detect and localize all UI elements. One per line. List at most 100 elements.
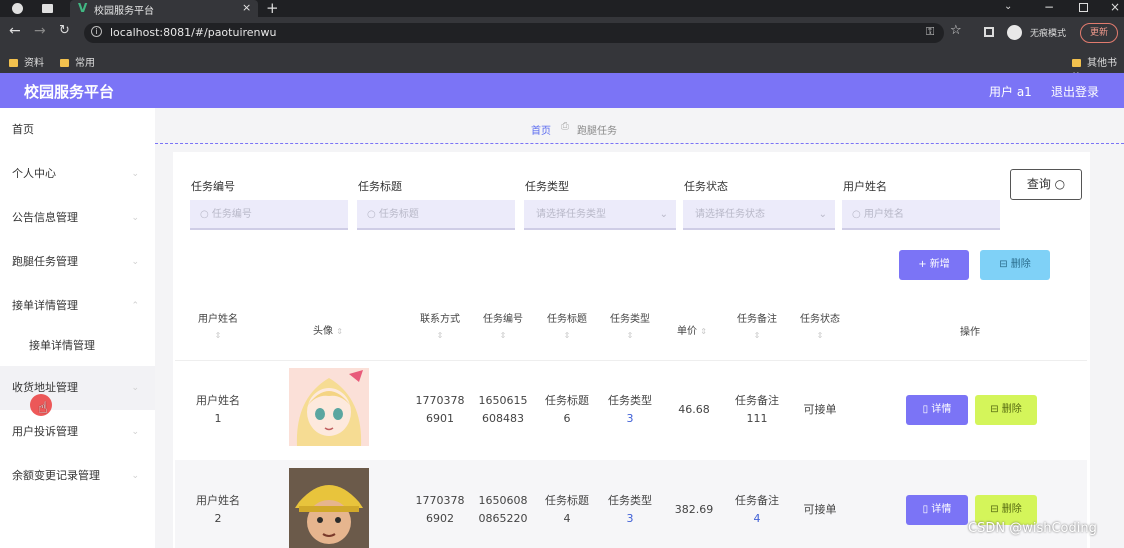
chevron-down-icon: ⌄ xyxy=(131,427,139,437)
task-type-select[interactable]: 请选择任务类型 ⌄ xyxy=(524,200,676,230)
minimize-icon[interactable]: − xyxy=(1044,0,1054,14)
filter-label-username: 用户姓名 xyxy=(843,180,887,193)
query-button[interactable]: 查询 ○ xyxy=(1010,169,1082,200)
watermark: CSDN @wishCoding xyxy=(968,521,1097,536)
chevron-down-icon: ⌄ xyxy=(131,213,139,223)
trash-icon: ⊟ xyxy=(990,404,1002,415)
sort-icon: ⇕ xyxy=(563,331,571,340)
sort-icon: ⇕ xyxy=(816,331,824,340)
trash-icon: ⊟ xyxy=(990,504,1002,515)
filter-label-task-title: 任务标题 xyxy=(358,180,402,193)
folder-icon xyxy=(1072,59,1081,67)
url-field[interactable]: i localhost:8081/#/paotuirenwu ⚿ xyxy=(84,23,944,43)
th-username[interactable]: 用户姓名 ⇕ xyxy=(186,310,250,340)
incognito-icon xyxy=(1007,25,1022,40)
task-status-select[interactable]: 请选择任务状态 ⌄ xyxy=(683,200,835,230)
cell-type: 任务类型 3 xyxy=(608,494,652,525)
browser-tab-bar: V 校园服务平台 × + ⌄ − × xyxy=(0,0,1124,17)
sidebar-item-home[interactable]: 首页 xyxy=(0,108,155,152)
vue-logo-icon: V xyxy=(78,1,88,15)
sidebar-subitem-order-details[interactable]: 接单详情管理 xyxy=(0,324,155,368)
reload-icon[interactable]: ↻ xyxy=(59,23,70,38)
detail-button[interactable]: ▯ 详情 xyxy=(906,495,968,525)
key-icon[interactable]: ⚿ xyxy=(926,25,934,39)
plus-icon: + xyxy=(918,259,930,270)
update-button[interactable]: 更新 xyxy=(1080,23,1118,43)
task-no-input[interactable]: ○ 任务编号 xyxy=(190,200,348,230)
tab-search-icon[interactable] xyxy=(42,4,53,13)
bookmark-folder-changyong[interactable]: 常用 xyxy=(60,54,95,69)
sidebar-item-personal-center[interactable]: 个人中心 ⌄ xyxy=(0,152,155,196)
browser-tab[interactable]: V 校园服务平台 × xyxy=(70,0,258,17)
logout-link[interactable]: 退出登录 xyxy=(1051,83,1099,100)
th-task-no[interactable]: 任务编号 ⇕ xyxy=(471,310,535,340)
sidebar-item-complaints[interactable]: 用户投诉管理 ⌄ xyxy=(0,410,155,454)
chevron-down-icon: ⌄ xyxy=(131,257,139,267)
breadcrumb-home[interactable]: 首页 xyxy=(531,122,551,137)
chevron-down-icon: ⌄ xyxy=(131,383,139,393)
info-icon[interactable]: i xyxy=(91,26,102,37)
detail-button[interactable]: ▯ 详情 xyxy=(906,395,968,425)
sidebar-item-order-details[interactable]: 接单详情管理 ⌃ xyxy=(0,284,155,328)
cell-remark: 任务备注 111 xyxy=(735,394,779,425)
cell-phone: 1770378 6901 xyxy=(415,394,465,425)
sort-icon: ⇕ xyxy=(753,331,761,340)
restore-icon[interactable] xyxy=(1079,3,1088,12)
th-remark[interactable]: 任务备注 ⇕ xyxy=(725,310,789,340)
th-phone[interactable]: 联系方式 ⇕ xyxy=(408,310,472,340)
th-actions: 操作 xyxy=(960,327,980,338)
sort-icon: ⇕ xyxy=(700,327,707,336)
delete-button[interactable]: ⊟ 删除 xyxy=(975,395,1037,425)
bookmarks-bar: 资料 常用 其他书签 xyxy=(0,49,1124,84)
browser-icon[interactable] xyxy=(12,3,23,14)
cell-status: 可接单 xyxy=(803,503,837,516)
breadcrumb: 首页 ⎙ 跑腿任务 xyxy=(155,108,1124,144)
forward-icon[interactable]: → xyxy=(34,23,46,39)
th-title[interactable]: 任务标题 ⇕ xyxy=(535,310,599,340)
sort-icon: ⇕ xyxy=(214,331,222,340)
close-window-icon[interactable]: × xyxy=(1110,0,1120,14)
bookmark-folder-ziliao[interactable]: 资料 xyxy=(9,54,44,69)
sidebar-item-balance-log[interactable]: 余额变更记录管理 ⌄ xyxy=(0,454,155,498)
app-title: 校园服务平台 xyxy=(24,83,115,101)
cell-task-no: 1650608 0865220 xyxy=(478,494,528,525)
chevron-up-icon: ⌃ xyxy=(131,301,139,311)
sidebar-item-address[interactable]: 收货地址管理 ⌄ xyxy=(0,366,155,410)
app-header: 校园服务平台 用户 a1 退出登录 xyxy=(0,73,1124,108)
username-input[interactable]: ○ 用户姓名 xyxy=(842,200,1000,230)
star-icon[interactable]: ☆ xyxy=(950,23,962,38)
cell-price: 46.68 xyxy=(678,403,710,416)
cell-title: 任务标题 4 xyxy=(545,494,589,525)
chevron-down-icon: ⌄ xyxy=(131,471,139,481)
cell-price: 382.69 xyxy=(674,503,714,516)
new-tab-icon[interactable]: + xyxy=(266,0,279,17)
sidebar-item-errand-tasks[interactable]: 跑腿任务管理 ⌄ xyxy=(0,240,155,284)
sort-icon: ⇕ xyxy=(499,331,507,340)
breadcrumb-separator-icon: ⎙ xyxy=(561,121,569,132)
cell-status: 可接单 xyxy=(803,403,837,416)
th-type[interactable]: 任务类型 ⇕ xyxy=(598,310,662,340)
th-price[interactable]: 单价 ⇕ xyxy=(662,322,722,337)
sidepanel-icon[interactable] xyxy=(984,27,994,37)
sidebar-item-notice[interactable]: 公告信息管理 ⌄ xyxy=(0,196,155,240)
folder-icon xyxy=(60,59,69,67)
sort-icon: ⇕ xyxy=(436,331,444,340)
folder-icon xyxy=(9,59,18,67)
th-status[interactable]: 任务状态 ⇕ xyxy=(788,310,852,340)
search-icon: ○ xyxy=(852,209,864,220)
filter-label-task-status: 任务状态 xyxy=(684,180,728,193)
filter-label-task-type: 任务类型 xyxy=(525,180,569,193)
th-avatar[interactable]: 头像 ⇕ xyxy=(296,322,360,337)
back-icon[interactable]: ← xyxy=(9,23,21,39)
cell-title: 任务标题 6 xyxy=(545,394,589,425)
hand-cursor-icon: ☝ xyxy=(38,398,48,417)
add-button[interactable]: + 新增 xyxy=(899,250,969,280)
tab-close-icon[interactable]: × xyxy=(242,1,251,14)
task-title-input[interactable]: ○ 任务标题 xyxy=(357,200,515,230)
batch-delete-button[interactable]: ⊟ 删除 xyxy=(980,250,1050,280)
avatar xyxy=(289,468,369,548)
avatar xyxy=(289,368,369,446)
cell-type: 任务类型 3 xyxy=(608,394,652,425)
incognito-label: 无痕模式 xyxy=(1030,29,1067,39)
tab-dropdown-icon[interactable]: ⌄ xyxy=(1004,1,1012,12)
